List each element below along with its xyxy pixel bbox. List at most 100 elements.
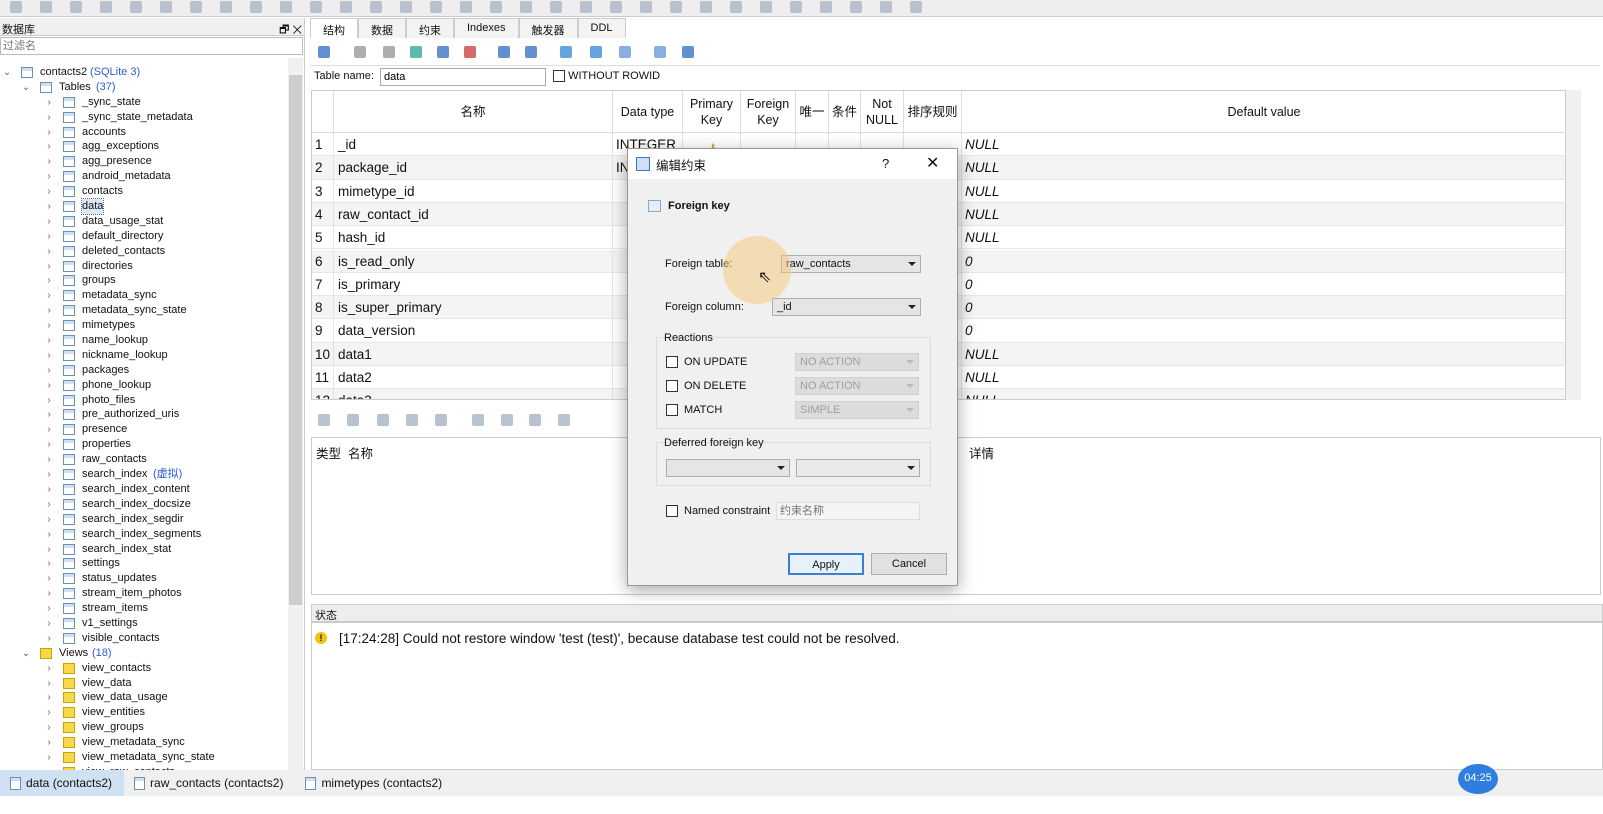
- tree-item-table[interactable]: › accounts: [0, 125, 288, 140]
- constraint-toolbar-icon[interactable]: [558, 414, 570, 426]
- column-name[interactable]: data2: [334, 366, 613, 389]
- tree-item-table[interactable]: › metadata_sync_state: [0, 303, 288, 318]
- toolbar-icon[interactable]: [580, 1, 592, 13]
- toolbar-icon[interactable]: [370, 1, 382, 13]
- column-name[interactable]: is_primary: [334, 272, 613, 296]
- close-icon[interactable]: ✕: [926, 153, 939, 173]
- tree-item-table[interactable]: › deleted_contacts: [0, 244, 288, 259]
- reaction-select[interactable]: SIMPLE: [795, 401, 919, 419]
- chevron-right-icon[interactable]: ›: [44, 110, 54, 125]
- tree-item-view[interactable]: › view_groups: [0, 720, 288, 735]
- chevron-right-icon[interactable]: ›: [44, 125, 54, 140]
- column-name[interactable]: package_id: [334, 156, 613, 180]
- toolbar-icon[interactable]: [130, 1, 142, 13]
- tree-item-view[interactable]: › view_metadata_sync_state: [0, 750, 288, 765]
- tree-item-table[interactable]: › v1_settings: [0, 616, 288, 631]
- tree-item-table[interactable]: › status_updates: [0, 571, 288, 586]
- constraint-toolbar-icon[interactable]: [435, 414, 447, 426]
- tree-item-table[interactable]: › raw_contacts: [0, 452, 288, 467]
- tree-item-table[interactable]: › phone_lookup: [0, 378, 288, 393]
- toolbar-icon[interactable]: [400, 1, 412, 13]
- constraint-toolbar-icon[interactable]: [377, 414, 389, 426]
- toolbar-icon[interactable]: [820, 1, 832, 13]
- default-value[interactable]: NULL: [962, 226, 1565, 249]
- tree-item-table[interactable]: › metadata_sync: [0, 288, 288, 303]
- default-value[interactable]: 0: [962, 319, 1565, 342]
- column-header[interactable]: Data type: [613, 91, 683, 133]
- panel-float-close-icon[interactable]: 🗗 ✕: [279, 21, 302, 36]
- without-rowid-checkbox[interactable]: [553, 70, 565, 83]
- toolbar-button-icon[interactable]: [464, 46, 476, 58]
- chevron-right-icon[interactable]: ›: [44, 154, 54, 169]
- chevron-right-icon[interactable]: ›: [44, 512, 54, 527]
- tree-item-table[interactable]: › data_usage_stat: [0, 214, 288, 229]
- tree-item-table[interactable]: › presence: [0, 422, 288, 437]
- chevron-right-icon[interactable]: ›: [44, 303, 54, 318]
- toolbar-button-icon[interactable]: [383, 46, 395, 58]
- toolbar-button-icon[interactable]: [525, 46, 537, 58]
- toolbar-icon[interactable]: [910, 1, 922, 13]
- tab-3[interactable]: Indexes: [454, 18, 519, 38]
- toolbar-icon[interactable]: [640, 1, 652, 13]
- default-value[interactable]: NULL: [962, 156, 1565, 179]
- grid-scrollbar[interactable]: [1566, 90, 1581, 400]
- deferred-select-2[interactable]: [796, 459, 920, 477]
- chevron-down-icon[interactable]: ⌄: [2, 65, 12, 80]
- tree-item-table[interactable]: › data: [0, 198, 288, 216]
- toolbar-icon[interactable]: [220, 1, 232, 13]
- tree-item-table[interactable]: › android_metadata: [0, 169, 288, 184]
- tree-item-table[interactable]: › _sync_state_metadata: [0, 110, 288, 125]
- chevron-right-icon[interactable]: ›: [44, 169, 54, 184]
- toolbar-icon[interactable]: [700, 1, 712, 13]
- tree-item-table[interactable]: › mimetypes: [0, 318, 288, 333]
- tree-item-table[interactable]: › nickname_lookup: [0, 348, 288, 363]
- chevron-right-icon[interactable]: ›: [44, 720, 54, 735]
- window-tab[interactable]: data (contacts2): [0, 770, 125, 796]
- constraint-toolbar-icon[interactable]: [347, 414, 359, 426]
- chevron-right-icon[interactable]: ›: [44, 422, 54, 437]
- column-header[interactable]: 排序规则: [904, 91, 962, 133]
- toolbar-icon[interactable]: [250, 1, 262, 13]
- chevron-right-icon[interactable]: ›: [44, 571, 54, 586]
- default-value[interactable]: 0: [962, 273, 1565, 296]
- tree-item-table[interactable]: › visible_contacts: [0, 631, 288, 646]
- chevron-right-icon[interactable]: ›: [44, 467, 54, 482]
- constraint-toolbar-icon[interactable]: [529, 414, 541, 426]
- tree-item-table[interactable]: › search_index_docsize: [0, 497, 288, 512]
- views-node[interactable]: ⌄ Views (18): [0, 646, 288, 661]
- chevron-right-icon[interactable]: ›: [44, 214, 54, 229]
- window-tab[interactable]: raw_contacts (contacts2): [124, 770, 295, 796]
- chevron-right-icon[interactable]: ›: [44, 378, 54, 393]
- apply-button[interactable]: Apply: [788, 553, 864, 575]
- chevron-down-icon[interactable]: ⌄: [21, 80, 31, 95]
- constraint-toolbar-icon[interactable]: [318, 414, 330, 426]
- foreign-table-select[interactable]: raw_contacts: [781, 255, 921, 273]
- tab-5[interactable]: DDL: [577, 18, 626, 38]
- chevron-right-icon[interactable]: ›: [44, 333, 54, 348]
- tree-item-table[interactable]: › contacts: [0, 184, 288, 199]
- tree-item-table[interactable]: › search_index_stat: [0, 542, 288, 557]
- tree-item-table[interactable]: › settings: [0, 556, 288, 571]
- chevron-right-icon[interactable]: ›: [44, 735, 54, 750]
- toolbar-icon[interactable]: [430, 1, 442, 13]
- toolbar-icon[interactable]: [40, 1, 52, 13]
- toolbar-button-icon[interactable]: [437, 46, 449, 58]
- column-name[interactable]: is_super_primary: [334, 296, 613, 320]
- chevron-right-icon[interactable]: ›: [44, 750, 54, 765]
- toolbar-icon[interactable]: [70, 1, 82, 13]
- tree-item-table[interactable]: › directories: [0, 259, 288, 274]
- chevron-right-icon[interactable]: ›: [44, 452, 54, 467]
- tree-item-table[interactable]: › search_index_content: [0, 482, 288, 497]
- tree-item-table[interactable]: › search_index (虚拟): [0, 467, 288, 482]
- column-header[interactable]: Not NULL: [861, 91, 904, 133]
- chevron-right-icon[interactable]: ›: [44, 527, 54, 542]
- default-value[interactable]: NULL: [962, 133, 1565, 156]
- default-value[interactable]: NULL: [962, 389, 1565, 399]
- toolbar-icon[interactable]: [520, 1, 532, 13]
- chevron-right-icon[interactable]: ›: [44, 139, 54, 154]
- chevron-right-icon[interactable]: ›: [44, 229, 54, 244]
- column-name[interactable]: is_read_only: [334, 249, 613, 273]
- toolbar-button-icon[interactable]: [354, 46, 366, 58]
- tree-item-table[interactable]: › stream_items: [0, 601, 288, 616]
- tree-item-view[interactable]: › view_entities: [0, 705, 288, 720]
